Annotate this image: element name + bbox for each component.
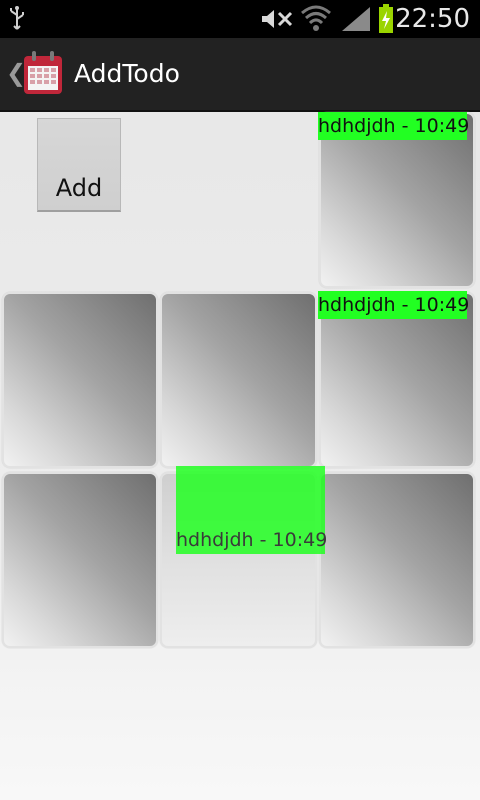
todo-item-label[interactable]: hdhdjdh - 10:49 <box>318 291 469 319</box>
wifi-icon <box>300 3 332 37</box>
mute-icon <box>258 7 294 35</box>
battery-charging-icon <box>378 4 394 38</box>
calendar-icon[interactable] <box>22 50 64 100</box>
todo-item-block[interactable]: hdhdjdh - 10:49 <box>176 466 328 554</box>
grid-tile-r2c2[interactable] <box>160 292 317 468</box>
add-button[interactable]: Add <box>37 118 121 212</box>
grid-tile-r3c3[interactable] <box>319 472 475 648</box>
clock-time: 22:50 <box>395 4 470 34</box>
signal-icon <box>340 5 372 37</box>
action-bar: ❮ AddTodo <box>0 38 480 112</box>
status-bar: 22:50 <box>0 0 480 38</box>
usb-icon <box>8 5 26 37</box>
grid-tile-r3c1[interactable] <box>2 472 158 648</box>
page-title: AddTodo <box>74 59 180 88</box>
todo-item-label: hdhdjdh - 10:49 <box>176 529 328 551</box>
add-button-label: Add <box>55 174 103 202</box>
grid-tile-r2c1[interactable] <box>2 292 158 468</box>
todo-item-label[interactable]: hdhdjdh - 10:49 <box>318 112 469 140</box>
